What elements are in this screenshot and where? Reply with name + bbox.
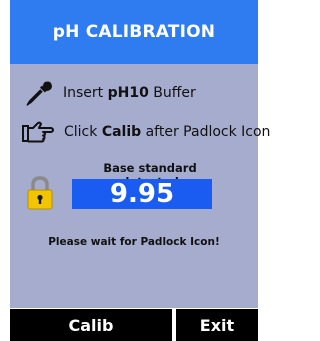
instruction-click-calib: Click Calib after Padlock Icon [22,121,270,143]
step2-suffix: after Padlock Icon [141,124,271,140]
step2-calib-word: Calib [101,124,142,140]
calib-button[interactable]: Calib [10,309,172,341]
step1-buffer-name: pH10 [107,85,149,101]
status-message: Please wait for Padlock Icon! [48,236,220,248]
content-panel: Insert pH10 Buffer Click Calib after Pad… [10,64,270,308]
dropper-icon [25,80,53,106]
step1-suffix: Buffer [148,85,196,101]
instruction-insert-text: Insert pH10 Buffer [63,85,196,101]
ph-calibration-screen: pH CALIBRATION Insert pH10 Buffer Click … [0,0,270,341]
step2-prefix: Click [64,124,102,140]
pointing-hand-icon [22,121,54,143]
instruction-click-text: Click Calib after Padlock Icon [64,124,270,140]
page-title: pH CALIBRATION [10,0,258,64]
instruction-insert-buffer: Insert pH10 Buffer [25,80,196,106]
step1-prefix: Insert [63,85,108,101]
page-title-text: pH CALIBRATION [52,22,216,42]
reading-value-display: 9.95 [72,179,212,209]
padlock-icon [26,176,54,214]
exit-button[interactable]: Exit [176,309,258,341]
